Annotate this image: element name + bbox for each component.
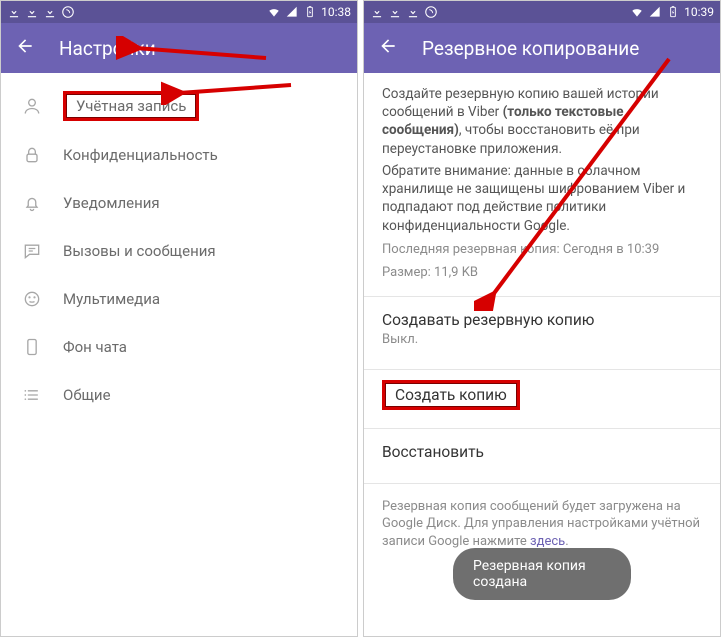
app-bar: Резервное копирование bbox=[364, 23, 720, 73]
settings-item-label: Уведомления bbox=[63, 194, 160, 212]
download-icon bbox=[370, 5, 384, 19]
last-backup-text: Последняя резервная копия: Сегодня в 10:… bbox=[382, 241, 702, 259]
settings-item-label: Мультимедиа bbox=[63, 290, 160, 308]
status-time: 10:38 bbox=[321, 5, 351, 19]
settings-item-label: Фон чата bbox=[63, 338, 127, 356]
viber-icon bbox=[61, 5, 75, 19]
phone-settings: 10:38 Настройки Учётная запись Конфиденц… bbox=[0, 0, 358, 637]
settings-item-label: Вызовы и сообщения bbox=[63, 242, 216, 260]
pref-restore[interactable]: Восстановить bbox=[364, 429, 720, 475]
person-icon bbox=[21, 96, 43, 116]
download-icon bbox=[25, 5, 39, 19]
settings-item-label: Учётная запись bbox=[63, 91, 199, 121]
settings-item-privacy[interactable]: Конфиденциальность bbox=[1, 131, 357, 179]
list-icon bbox=[21, 385, 43, 405]
pref-title: Создать копию bbox=[382, 380, 520, 410]
status-time: 10:39 bbox=[684, 5, 714, 19]
settings-item-account[interactable]: Учётная запись bbox=[1, 81, 357, 131]
settings-item-label: Конфиденциальность bbox=[63, 146, 218, 164]
pref-title: Восстановить bbox=[382, 443, 702, 461]
pref-value: Выкл. bbox=[382, 332, 702, 347]
backup-description: Создайте резервную копию вашей истории с… bbox=[364, 73, 720, 288]
bell-icon bbox=[21, 193, 43, 213]
download-icon bbox=[43, 5, 57, 19]
wifi-icon bbox=[630, 5, 644, 19]
pref-title: Создавать резервную копию bbox=[382, 311, 702, 329]
viber-icon bbox=[424, 5, 438, 19]
pref-auto-backup[interactable]: Создавать резервную копию Выкл. bbox=[364, 297, 720, 361]
settings-item-calls[interactable]: Вызовы и сообщения bbox=[1, 227, 357, 275]
settings-item-notifications[interactable]: Уведомления bbox=[1, 179, 357, 227]
google-settings-link[interactable]: здесь bbox=[530, 534, 565, 549]
battery-icon bbox=[303, 5, 317, 19]
phone-backup: 10:39 Резервное копирование Создайте рез… bbox=[363, 0, 721, 637]
chat-icon bbox=[21, 241, 43, 261]
settings-list: Учётная запись Конфиденциальность Уведом… bbox=[1, 73, 357, 427]
signal-icon bbox=[648, 5, 662, 19]
battery-icon bbox=[666, 5, 680, 19]
wifi-icon bbox=[267, 5, 281, 19]
back-icon[interactable] bbox=[378, 36, 398, 61]
phone-frame-icon bbox=[21, 337, 43, 357]
settings-item-media[interactable]: Мультимедиа bbox=[1, 275, 357, 323]
status-bar: 10:39 bbox=[364, 1, 720, 23]
appbar-title: Резервное копирование bbox=[422, 37, 639, 60]
lock-icon bbox=[21, 145, 43, 165]
download-icon bbox=[7, 5, 21, 19]
pref-create-backup[interactable]: Создать копию bbox=[364, 370, 720, 420]
settings-item-label: Общие bbox=[63, 386, 111, 404]
settings-item-background[interactable]: Фон чата bbox=[1, 323, 357, 371]
download-icon bbox=[406, 5, 420, 19]
backup-size-text: Размер: 11,9 KB bbox=[382, 264, 702, 282]
back-icon[interactable] bbox=[15, 36, 35, 61]
app-bar: Настройки bbox=[1, 23, 357, 73]
appbar-title: Настройки bbox=[59, 37, 156, 60]
toast-backup-created: Резервная копия создана bbox=[453, 548, 631, 600]
settings-item-general[interactable]: Общие bbox=[1, 371, 357, 419]
status-bar: 10:38 bbox=[1, 1, 357, 23]
face-icon bbox=[21, 289, 43, 309]
download-icon bbox=[388, 5, 402, 19]
signal-icon bbox=[285, 5, 299, 19]
